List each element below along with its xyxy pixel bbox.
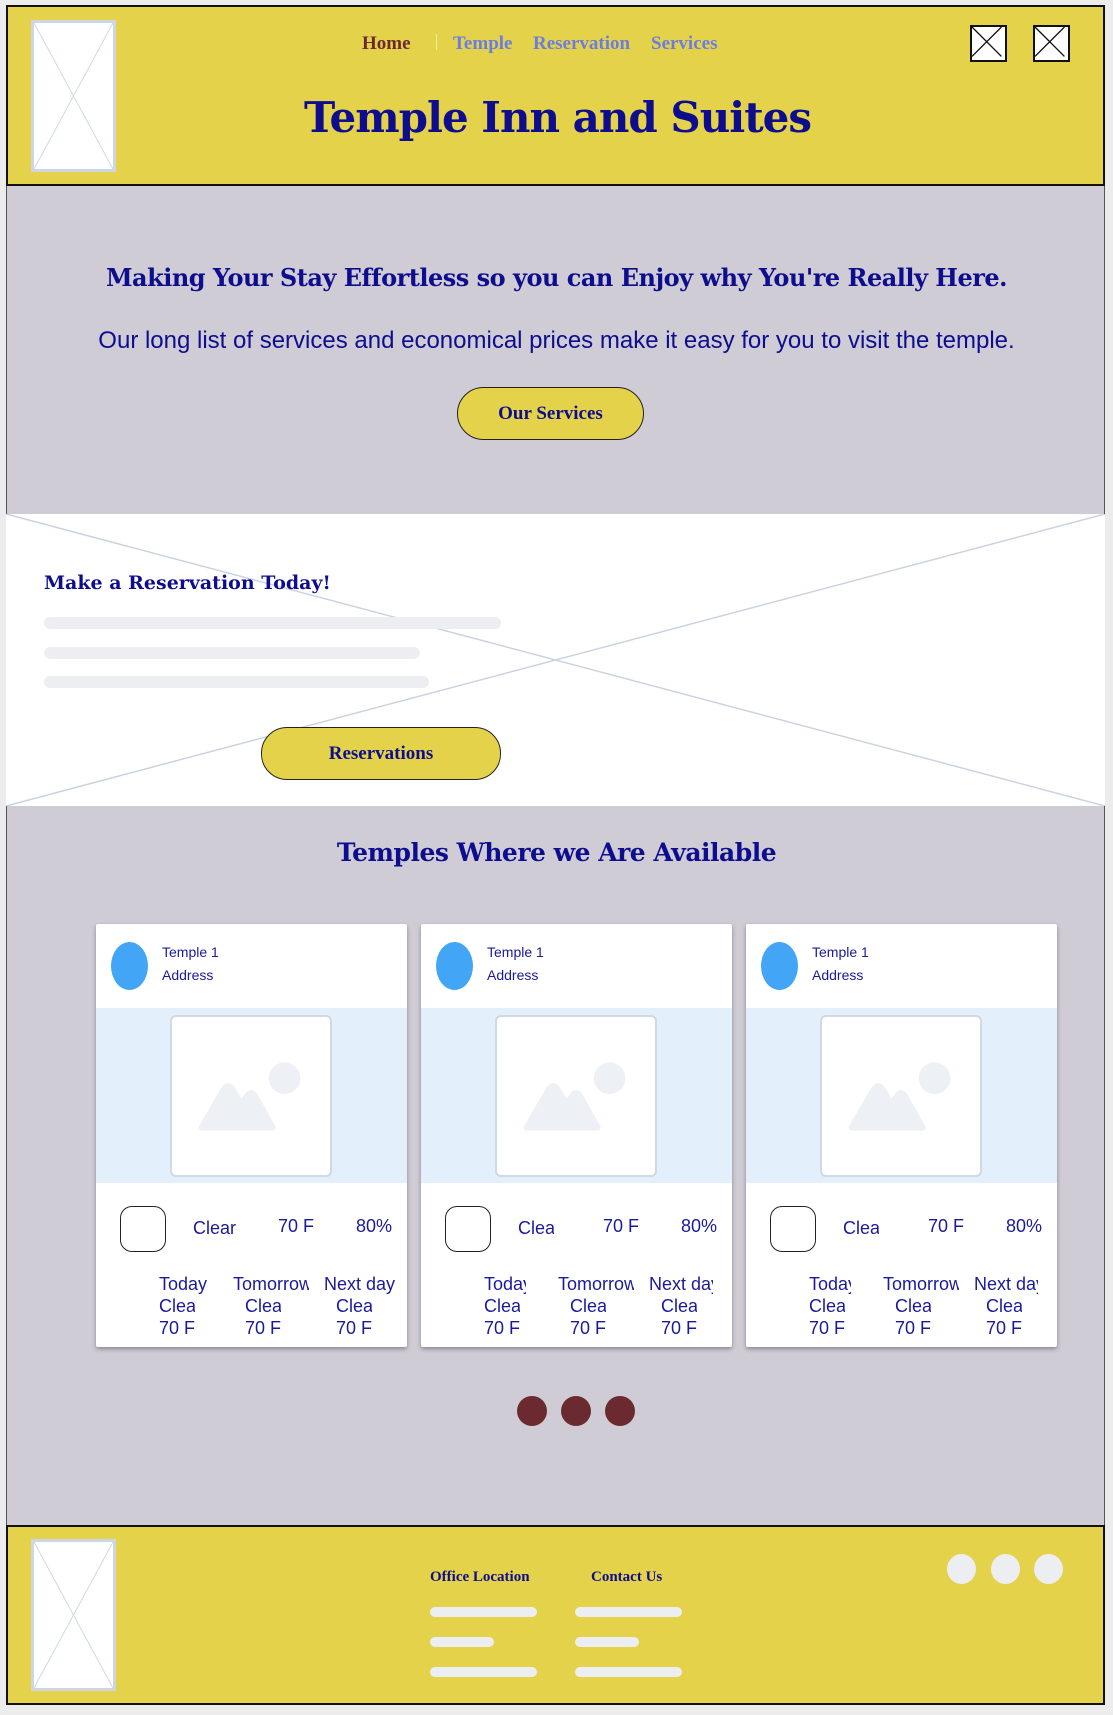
- forecast-temp: 70 F: [336, 1318, 373, 1338]
- weather-condition: Clear: [193, 1218, 237, 1238]
- site-title: Temple Inn and Suites: [304, 93, 812, 142]
- hero-heading: Making Your Stay Effortless so you can E…: [105, 263, 1008, 292]
- footer-line: [575, 1667, 682, 1677]
- reservations-button[interactable]: Reservations: [261, 727, 501, 780]
- footer-logo-placeholder: [31, 1539, 116, 1691]
- social-icon-1[interactable]: [947, 1554, 976, 1584]
- temple-card[interactable]: Temple 1 Address Clear 70 F 80%TodayClea…: [96, 924, 407, 1347]
- weather-temp: 70 F: [278, 1216, 315, 1236]
- forecast-cond: Clear: [570, 1296, 606, 1316]
- social-icon-3[interactable]: [1034, 1554, 1063, 1584]
- weather-condition: Clear: [843, 1218, 879, 1238]
- header-icon-2[interactable]: [1033, 25, 1070, 62]
- header-icon-1[interactable]: [970, 25, 1007, 62]
- forecast-day: Next day: [974, 1274, 1038, 1294]
- carousel-dot-1[interactable]: [517, 1396, 547, 1426]
- temple-card[interactable]: Temple 1 Address Clear 70 F 80%TodayClea…: [746, 924, 1057, 1347]
- forecast-temp: 70 F: [986, 1318, 1023, 1338]
- temple-avatar: [111, 942, 148, 990]
- temple-name: Temple 1: [162, 944, 219, 960]
- temples-heading: Temples Where we Are Available: [336, 838, 777, 867]
- office-location-heading: Office Location: [430, 1569, 530, 1585]
- footer-line: [430, 1667, 537, 1677]
- contact-us-heading: Contact Us: [591, 1569, 663, 1585]
- forecast-day: Next day: [649, 1274, 713, 1294]
- forecast-temp: 70 F: [484, 1318, 521, 1338]
- weather-icon: [120, 1206, 166, 1252]
- hero-section: Making Your Stay Effortless so you can E…: [6, 186, 1105, 514]
- forecast-day: Today: [484, 1274, 526, 1294]
- nav-divider: [436, 34, 437, 50]
- footer-line: [430, 1637, 494, 1647]
- reservation-section: Make a Reservation Today! Reservations: [6, 514, 1105, 806]
- text-line-placeholder: [44, 676, 429, 688]
- temple-address: Address: [812, 967, 864, 983]
- forecast-temp: 70 F: [245, 1318, 282, 1338]
- forecast-cond: Clear: [484, 1296, 520, 1316]
- forecast-temp: 70 F: [570, 1318, 607, 1338]
- forecast-temp: 70 F: [895, 1318, 932, 1338]
- forecast-temp: 70 F: [809, 1318, 846, 1338]
- temple-address: Address: [487, 967, 539, 983]
- temple-avatar: [436, 942, 473, 990]
- temple-card[interactable]: Temple 1 Address Clear 70 F 80%TodayClea…: [421, 924, 732, 1347]
- weather-humidity: 80%: [681, 1216, 718, 1236]
- weather-condition: Clear: [518, 1218, 554, 1238]
- image-placeholder-icon: [820, 1015, 982, 1177]
- forecast-day: Today: [159, 1274, 208, 1294]
- text-line-placeholder: [44, 647, 420, 659]
- carousel-dot-3[interactable]: [605, 1396, 635, 1426]
- footer-line: [430, 1607, 537, 1617]
- forecast-cond: Clear: [661, 1296, 697, 1316]
- forecast-day: Tomorrow: [883, 1274, 959, 1294]
- our-services-button[interactable]: Our Services: [457, 387, 644, 440]
- nav-services[interactable]: Services: [651, 33, 717, 55]
- forecast-cond: Clear: [245, 1296, 281, 1316]
- temple-name: Temple 1: [812, 944, 869, 960]
- forecast-cond: Clear: [159, 1296, 195, 1316]
- forecast-day: Today: [809, 1274, 851, 1294]
- weather-humidity: 80%: [356, 1216, 393, 1236]
- temples-section: Temples Where we Are Available Temple 1 …: [6, 806, 1105, 1525]
- weather-humidity: 80%: [1006, 1216, 1043, 1236]
- nav-reservation[interactable]: Reservation: [533, 33, 630, 55]
- forecast-temp: 70 F: [159, 1318, 196, 1338]
- site-header: Home Temple Reservation Services Temple …: [6, 5, 1105, 186]
- temple-address: Address: [162, 967, 214, 983]
- nav-temple[interactable]: Temple: [453, 33, 512, 55]
- weather-icon: [445, 1206, 491, 1252]
- footer-line: [575, 1637, 639, 1647]
- carousel-dot-2[interactable]: [561, 1396, 591, 1426]
- footer-line: [575, 1607, 682, 1617]
- forecast-cond: Clear: [986, 1296, 1022, 1316]
- weather-temp: 70 F: [928, 1216, 965, 1236]
- temple-avatar: [761, 942, 798, 990]
- weather-temp: 70 F: [603, 1216, 640, 1236]
- temple-name: Temple 1: [487, 944, 544, 960]
- forecast-cond: Clear: [895, 1296, 931, 1316]
- site-footer: Office Location Contact Us: [6, 1525, 1105, 1705]
- image-placeholder-icon: [170, 1015, 332, 1177]
- background-image-placeholder: [6, 514, 1105, 806]
- forecast-temp: 70 F: [661, 1318, 698, 1338]
- image-placeholder-icon: [495, 1015, 657, 1177]
- social-icon-2[interactable]: [991, 1554, 1020, 1584]
- forecast-day: Tomorrow: [233, 1274, 309, 1294]
- text-line-placeholder: [44, 617, 501, 629]
- forecast-day: Next day: [324, 1274, 396, 1294]
- forecast-cond: Clear: [809, 1296, 845, 1316]
- forecast-day: Tomorrow: [558, 1274, 634, 1294]
- forecast-cond: Clear: [336, 1296, 372, 1316]
- reservation-heading: Make a Reservation Today!: [44, 572, 331, 594]
- nav-home[interactable]: Home: [362, 33, 411, 55]
- weather-icon: [770, 1206, 816, 1252]
- hero-text: Our long list of services and economical…: [98, 327, 1015, 354]
